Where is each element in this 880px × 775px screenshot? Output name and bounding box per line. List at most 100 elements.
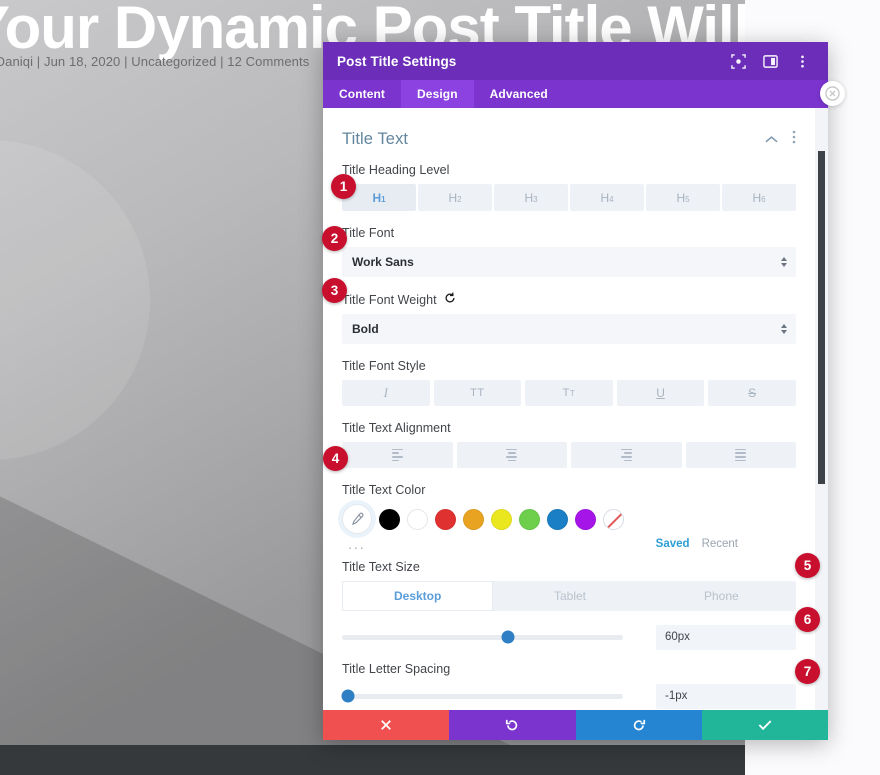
page-root: Your Dynamic Post Title Will Display Her… <box>0 0 880 775</box>
heading-level-h2[interactable]: H2 <box>418 184 492 211</box>
swatch-red[interactable] <box>435 508 456 530</box>
callout-5: 5 <box>795 553 820 578</box>
heading-level-h6[interactable]: H6 <box>722 184 796 211</box>
letter-spacing-value[interactable]: -1px <box>656 683 796 709</box>
align-right-icon <box>620 448 632 462</box>
font-style-group: I TT TT U S <box>342 380 796 406</box>
modal-header: Post Title Settings <box>323 42 828 80</box>
modal-title: Post Title Settings <box>337 53 457 69</box>
slider-track <box>342 693 623 699</box>
field-label: Title Text Color <box>342 483 426 497</box>
align-right-button[interactable] <box>571 442 682 468</box>
letter-spacing-slider[interactable] <box>341 683 623 709</box>
device-tab-desktop[interactable]: Desktop <box>342 581 494 611</box>
layout-icon[interactable] <box>763 54 778 69</box>
strikethrough-button[interactable]: S <box>708 380 796 406</box>
section-title: Title Text <box>342 130 409 148</box>
capitalize-button[interactable]: TT <box>525 380 613 406</box>
text-alignment-group <box>342 442 796 468</box>
heading-level-h4[interactable]: H4 <box>570 184 644 211</box>
title-font-weight-value: Bold <box>352 322 379 336</box>
text-size-value[interactable]: 60px <box>656 624 796 650</box>
swatch-transparent[interactable] <box>603 508 624 530</box>
redo-button[interactable] <box>575 710 702 740</box>
field-title-text-size: Title Text Size Desktop Tablet Phone 60p… <box>342 560 796 650</box>
close-module-icon[interactable] <box>820 81 845 106</box>
title-font-select[interactable]: Work Sans <box>342 247 796 277</box>
swatch-green[interactable] <box>519 508 540 530</box>
reset-icon[interactable] <box>444 292 456 307</box>
field-title-font: Title Font Work Sans <box>342 226 796 277</box>
align-justify-icon <box>735 448 747 462</box>
field-label: Title Text Alignment <box>342 421 451 435</box>
cancel-button[interactable] <box>323 710 450 740</box>
undo-button[interactable] <box>449 710 576 740</box>
decorative-circle <box>0 140 150 460</box>
chevron-updown-icon <box>781 324 787 334</box>
letter-spacing-slider-row: -1px <box>341 683 796 709</box>
modal-tab-bar: Content Design Advanced <box>323 80 828 108</box>
section-header-title-text[interactable]: Title Text <box>342 122 796 163</box>
eyedropper-icon[interactable] <box>342 504 372 534</box>
modal-header-actions <box>731 53 814 69</box>
field-label: Title Letter Spacing <box>342 662 451 676</box>
swatch-yellow[interactable] <box>491 508 512 530</box>
slider-knob[interactable] <box>501 630 515 644</box>
saved-colors-tab[interactable]: Saved <box>656 538 690 550</box>
color-tabs: Saved Recent <box>656 538 738 550</box>
more-colors-button[interactable]: ... <box>348 537 366 551</box>
callout-3: 3 <box>322 278 347 303</box>
swatch-black[interactable] <box>379 508 400 530</box>
color-swatch-row <box>342 504 796 534</box>
tab-content[interactable]: Content <box>323 80 401 108</box>
device-tab-tablet[interactable]: Tablet <box>495 581 644 611</box>
page-footer-strip <box>0 745 745 775</box>
align-left-button[interactable] <box>342 442 453 468</box>
heading-level-group: H1 H2 H3 H4 H5 H6 <box>342 184 796 211</box>
field-title-font-style: Title Font Style I TT TT U S <box>342 359 796 406</box>
post-meta: by Daniqi | Jun 18, 2020 | Uncategorized… <box>0 54 310 69</box>
swatch-purple[interactable] <box>575 508 596 530</box>
recent-colors-tab[interactable]: Recent <box>702 538 738 550</box>
swatch-white[interactable] <box>407 508 428 530</box>
callout-2: 2 <box>322 226 347 251</box>
section-header-actions <box>765 130 796 149</box>
align-justify-button[interactable] <box>685 442 796 468</box>
field-title-text-alignment: Title Text Alignment <box>342 421 796 468</box>
heading-level-h5[interactable]: H5 <box>646 184 720 211</box>
callout-6: 6 <box>795 607 820 632</box>
focus-icon[interactable] <box>731 53 746 69</box>
title-font-value: Work Sans <box>352 255 414 269</box>
device-tab-phone[interactable]: Phone <box>647 581 796 611</box>
field-title-heading-level: Title Heading Level H1 H2 H3 H4 H5 H6 <box>342 163 796 211</box>
callout-4: 4 <box>323 446 348 471</box>
swatch-blue[interactable] <box>547 508 568 530</box>
field-label: Title Font <box>342 226 395 240</box>
field-label: Title Font Style <box>342 359 426 373</box>
slider-track <box>342 634 623 640</box>
field-label: Title Heading Level <box>342 163 450 177</box>
text-size-slider[interactable] <box>342 624 623 650</box>
align-left-icon <box>391 448 403 462</box>
more-options-icon[interactable] <box>792 130 796 149</box>
tab-advanced[interactable]: Advanced <box>474 80 564 108</box>
chevron-up-icon[interactable] <box>765 131 778 149</box>
field-title-letter-spacing: Title Letter Spacing -1px <box>341 662 796 709</box>
more-options-icon[interactable] <box>795 54 810 69</box>
underline-button[interactable]: U <box>616 380 705 406</box>
swatch-orange[interactable] <box>463 508 484 530</box>
save-button[interactable] <box>701 710 828 740</box>
align-center-button[interactable] <box>456 442 567 468</box>
field-title-text-color: Title Text Color ... Saved Recent <box>342 483 796 551</box>
field-label: Title Text Size <box>342 560 420 574</box>
field-label: Title Font Weight <box>342 292 796 307</box>
settings-form: Title Text Title Heading Level H 1 H 2 H… <box>323 108 828 710</box>
align-center-icon <box>506 448 518 462</box>
slider-knob[interactable] <box>341 689 355 703</box>
color-row-footer: ... Saved Recent <box>342 537 796 551</box>
title-font-weight-select[interactable]: Bold <box>342 314 796 344</box>
heading-level-h3[interactable]: H3 <box>494 184 568 211</box>
uppercase-button[interactable]: TT <box>433 380 522 406</box>
tab-design[interactable]: Design <box>401 80 474 108</box>
italic-button[interactable]: I <box>342 380 430 406</box>
